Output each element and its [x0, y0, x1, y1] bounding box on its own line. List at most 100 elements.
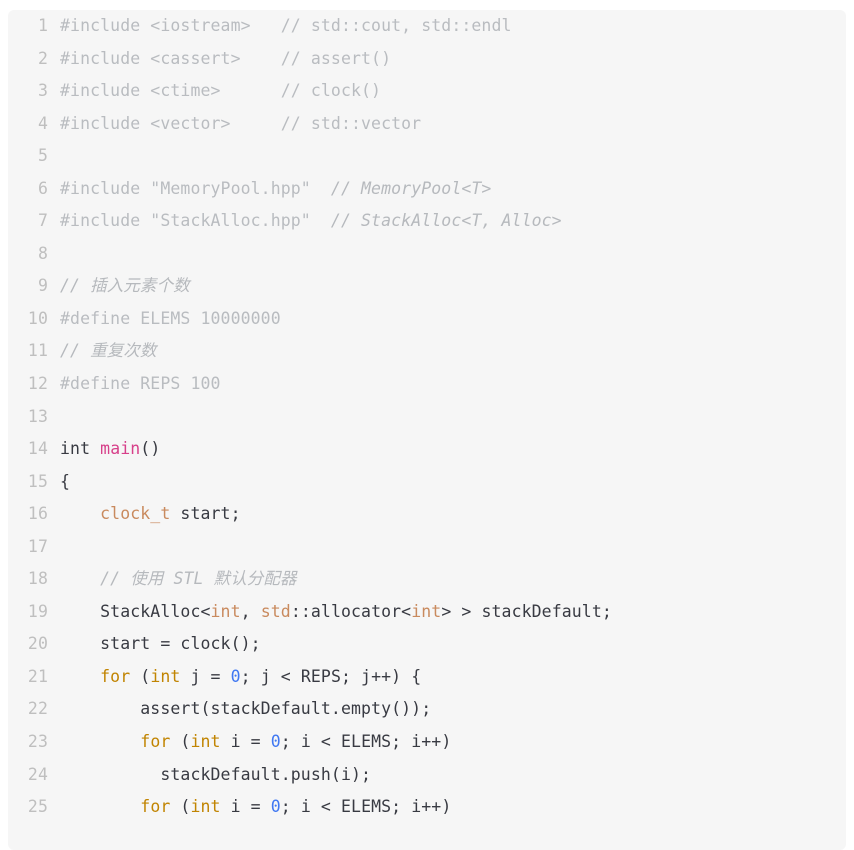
code-token: // 使用 STL 默认分配器 [100, 569, 297, 589]
code-row[interactable]: 4 #include <vector> // std::vector [8, 108, 846, 141]
code-row[interactable]: 23 for (int i = 0; i < ELEMS; i++) [8, 726, 846, 759]
line-number-cell: 16 [8, 498, 60, 531]
code-row[interactable]: 22 assert(stackDefault.empty()); [8, 693, 846, 726]
code-cell[interactable]: #include <iostream> // std::cout, std::e… [60, 10, 846, 43]
code-cell[interactable]: int main() [60, 433, 846, 466]
code-cell[interactable] [60, 531, 846, 564]
code-cell[interactable] [60, 140, 846, 173]
line-number-cell: 4 [8, 108, 60, 141]
code-line[interactable]: #include <iostream> // std::cout, std::e… [60, 10, 846, 43]
code-line[interactable]: stackDefault.push(i); [60, 759, 846, 792]
code-row[interactable]: 6 #include "MemoryPool.hpp" // MemoryPool… [8, 173, 846, 206]
code-line[interactable]: int main() [60, 433, 846, 466]
code-cell[interactable] [60, 401, 846, 434]
code-line[interactable]: for (int i = 0; i < ELEMS; i++) [60, 726, 846, 759]
code-line[interactable]: #define REPS 100 [60, 368, 846, 401]
code-row[interactable]: 13 [8, 401, 846, 434]
code-line[interactable] [60, 238, 846, 271]
code-row[interactable]: 8 [8, 238, 846, 271]
code-token: ( [170, 732, 191, 752]
code-cell[interactable]: #define ELEMS 10000000 [60, 303, 846, 336]
code-line[interactable]: // 使用 STL 默认分配器 [60, 563, 846, 596]
code-token: clock_t [100, 504, 171, 524]
code-row[interactable]: 10 #define ELEMS 10000000 [8, 303, 846, 336]
code-line[interactable]: #include <ctime> // clock() [60, 75, 846, 108]
code-row[interactable]: 11 // 重复次数 [8, 335, 846, 368]
code-row[interactable]: 18 // 使用 STL 默认分配器 [8, 563, 846, 596]
code-block[interactable]: 1 #include <iostream> // std::cout, std::… [8, 10, 846, 850]
code-line[interactable]: #include "MemoryPool.hpp" // MemoryPool<… [60, 173, 846, 206]
code-cell[interactable]: start = clock(); [60, 628, 846, 661]
line-number-cell: 18 [8, 563, 60, 596]
code-cell[interactable]: #include <ctime> // clock() [60, 75, 846, 108]
code-row[interactable]: 5 [8, 140, 846, 173]
code-cell[interactable] [60, 238, 846, 271]
code-cell[interactable]: for (int j = 0; j < REPS; j++) { [60, 661, 846, 694]
code-token: ; j < REPS; j++) { [240, 666, 422, 686]
code-cell[interactable]: clock_t start; [60, 498, 846, 531]
line-number-cell: 1 [8, 10, 60, 43]
line-number-cell: 14 [8, 433, 60, 466]
code-cell[interactable]: #define REPS 100 [60, 368, 846, 401]
code-line[interactable] [60, 531, 846, 564]
code-line[interactable]: // 插入元素个数 [60, 270, 846, 303]
code-row[interactable]: 15 { [8, 466, 846, 499]
code-line[interactable]: StackAlloc<int, std::allocator<int> > st… [60, 596, 846, 629]
code-row[interactable]: 20 start = clock(); [8, 628, 846, 661]
code-line[interactable]: #include "StackAlloc.hpp" // StackAlloc<… [60, 205, 846, 238]
code-token: #include "StackAlloc.hpp" [60, 211, 331, 231]
code-row[interactable]: 14 int main() [8, 433, 846, 466]
code-row[interactable]: 24 stackDefault.push(i); [8, 759, 846, 792]
code-line[interactable]: // 重复次数 [60, 335, 846, 368]
code-cell[interactable]: #include "StackAlloc.hpp" // StackAlloc<… [60, 205, 846, 238]
code-token: int [210, 601, 241, 621]
code-cell[interactable]: #include <vector> // std::vector [60, 108, 846, 141]
code-row[interactable]: 9 // 插入元素个数 [8, 270, 846, 303]
code-line[interactable]: #include <cassert> // assert() [60, 43, 846, 76]
code-row[interactable]: 2 #include <cassert> // assert() [8, 43, 846, 76]
line-number-cell: 20 [8, 628, 60, 661]
code-line[interactable]: { [60, 466, 846, 499]
code-line[interactable]: #include <vector> // std::vector [60, 108, 846, 141]
code-row[interactable]: 12 #define REPS 100 [8, 368, 846, 401]
code-token: for [140, 797, 171, 817]
line-number-cell: 5 [8, 140, 60, 173]
line-number: 4 [37, 113, 48, 133]
code-cell[interactable]: // 使用 STL 默认分配器 [60, 563, 846, 596]
code-row[interactable]: 16 clock_t start; [8, 498, 846, 531]
code-cell[interactable]: StackAlloc<int, std::allocator<int> > st… [60, 596, 846, 629]
line-number: 8 [37, 243, 48, 263]
code-cell[interactable]: { [60, 466, 846, 499]
line-number-cell: 22 [8, 693, 60, 726]
code-cell[interactable]: assert(stackDefault.empty()); [60, 693, 846, 726]
code-line[interactable]: for (int j = 0; j < REPS; j++) { [60, 661, 846, 694]
code-row[interactable]: 21 for (int j = 0; j < REPS; j++) { [8, 661, 846, 694]
code-line[interactable]: clock_t start; [60, 498, 846, 531]
code-row[interactable]: 3 #include <ctime> // clock() [8, 75, 846, 108]
code-row[interactable]: 19 StackAlloc<int, std::allocator<int> >… [8, 596, 846, 629]
code-cell[interactable]: for (int i = 0; i < ELEMS; i++) [60, 726, 846, 759]
code-body: 1 #include <iostream> // std::cout, std::… [8, 10, 846, 824]
code-line[interactable] [60, 140, 846, 173]
code-row[interactable]: 25 for (int i = 0; i < ELEMS; i++) [8, 791, 846, 824]
code-row[interactable]: 1 #include <iostream> // std::cout, std::… [8, 10, 846, 43]
code-line[interactable]: #define ELEMS 10000000 [60, 303, 846, 336]
code-cell[interactable]: // 插入元素个数 [60, 270, 846, 303]
code-row[interactable]: 17 [8, 531, 846, 564]
code-line[interactable]: assert(stackDefault.empty()); [60, 693, 846, 726]
line-number-cell: 21 [8, 661, 60, 694]
code-line[interactable]: start = clock(); [60, 628, 846, 661]
code-line[interactable]: for (int i = 0; i < ELEMS; i++) [60, 791, 846, 824]
line-number: 25 [27, 797, 48, 817]
code-cell[interactable]: // 重复次数 [60, 335, 846, 368]
code-token: #define REPS 100 [60, 374, 221, 394]
code-line[interactable] [60, 401, 846, 434]
code-cell[interactable]: stackDefault.push(i); [60, 759, 846, 792]
code-row[interactable]: 7 #include "StackAlloc.hpp" // StackAlloc… [8, 205, 846, 238]
code-cell[interactable]: #include "MemoryPool.hpp" // MemoryPool<… [60, 173, 846, 206]
code-cell[interactable]: #include <cassert> // assert() [60, 43, 846, 76]
code-token: #include <vector> // std::vector [60, 113, 422, 133]
code-cell[interactable]: for (int i = 0; i < ELEMS; i++) [60, 791, 846, 824]
